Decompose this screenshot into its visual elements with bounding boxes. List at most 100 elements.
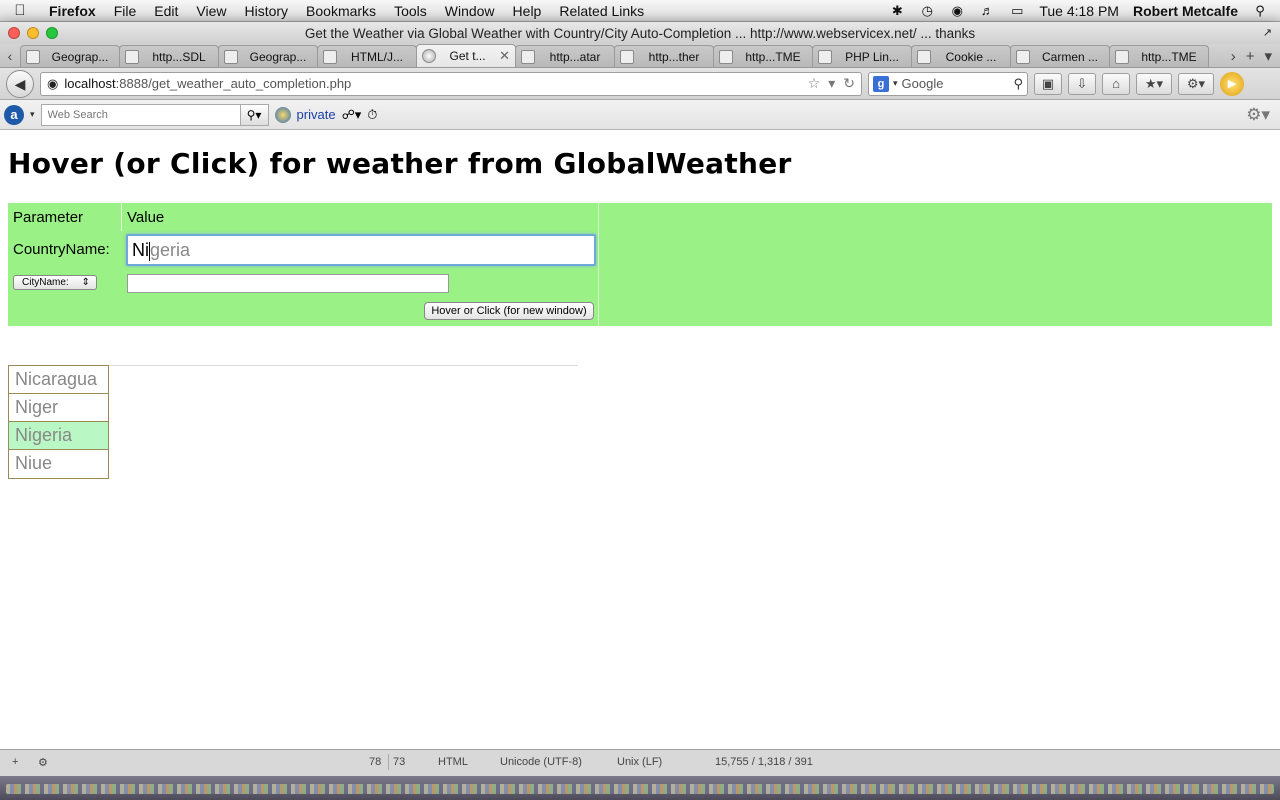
suggestion-nigeria-highlighted[interactable]: Nigeria (9, 422, 108, 450)
url-host: localhost (64, 76, 116, 91)
status-orb-icon[interactable]: ▶ (1220, 71, 1244, 96)
dock-app-icons[interactable] (6, 784, 1274, 794)
reload-icon[interactable]: ↻ (843, 75, 855, 92)
menu-help[interactable]: Help (504, 3, 551, 19)
engine-dropdown-icon[interactable]: ▾ (893, 78, 898, 89)
close-tab-icon[interactable]: ✕ (499, 48, 510, 64)
menu-related-links[interactable]: Related Links (550, 3, 653, 19)
site-identity-icon[interactable]: ◉ (47, 76, 58, 92)
bluetooth-icon[interactable]: ✱ (889, 3, 905, 18)
volume-icon[interactable]: ♬ (979, 3, 995, 18)
fullscreen-icon[interactable]: ↗ (1263, 26, 1272, 39)
tab-0[interactable]: Geograp... (20, 45, 120, 67)
tab-scroll-left-icon[interactable]: ‹ (0, 45, 20, 67)
window-controls (0, 27, 58, 39)
menu-view[interactable]: View (187, 3, 235, 19)
tab-label: http...TME (1141, 49, 1197, 64)
menu-file[interactable]: File (105, 3, 146, 19)
spotlight-search-icon[interactable]: ⚲ (1252, 3, 1268, 18)
time-machine-icon[interactable]: ◷ (919, 3, 935, 18)
tab-label: http...SDL (152, 49, 206, 64)
tab-2[interactable]: Geograp... (218, 45, 318, 67)
country-typed-text: Ni (132, 240, 149, 260)
extension-menu-icon[interactable]: ⚙▾ (1178, 72, 1214, 95)
search-bar[interactable]: g ▾ Google ⚲ (868, 71, 1028, 96)
city-name-select[interactable]: CityName: ⇕ (13, 275, 97, 290)
menu-bookmarks[interactable]: Bookmarks (297, 3, 385, 19)
editor-add-icon[interactable]: + (12, 756, 18, 768)
navigation-toolbar: ◀ ◉ localhost :8888/get_weather_auto_com… (0, 68, 1280, 100)
tab-label: Geograp... (249, 49, 307, 64)
menu-app-firefox[interactable]: Firefox (40, 3, 105, 19)
bookmark-star-icon[interactable]: ☆ (808, 75, 821, 92)
favicon-icon (1016, 49, 1030, 64)
tab-label: Cookie ... (945, 49, 997, 64)
web-search-input[interactable] (40, 103, 241, 126)
back-button[interactable]: ◀ (6, 69, 34, 98)
tab-3[interactable]: HTML/J... (317, 45, 417, 67)
google-search-engine-icon[interactable]: g (873, 75, 889, 92)
value-header: Value (127, 209, 165, 226)
editor-line-endings[interactable]: Unix (LF) (617, 756, 662, 768)
hover-or-click-button[interactable]: Hover or Click (for new window) (424, 302, 594, 320)
link-chain-icon[interactable]: ☍▾ (342, 107, 362, 123)
web-search-button-icon[interactable]: ⚲▾ (240, 103, 269, 126)
tab-8[interactable]: PHP Lin... (812, 45, 912, 67)
private-link[interactable]: private (297, 107, 336, 122)
bookmarks-menu-icon[interactable]: ★▾ (1136, 72, 1172, 95)
tab-strip: ‹ Geograp... http...SDL Geograp... HTML/… (0, 44, 1280, 68)
tab-11[interactable]: http...TME (1109, 45, 1209, 67)
tab-tools: › + ▾ (1231, 45, 1280, 67)
new-tab-icon[interactable]: + (1246, 48, 1255, 65)
tab-9[interactable]: Cookie ... (911, 45, 1011, 67)
editor-encoding[interactable]: Unicode (UTF-8) (500, 756, 582, 768)
tab-4-active[interactable]: Get t... ✕ (416, 44, 516, 67)
tab-label: HTML/J... (350, 49, 403, 64)
list-all-tabs-icon[interactable]: ▾ (1264, 47, 1272, 65)
minimize-window-button[interactable] (27, 27, 39, 39)
tab-5[interactable]: http...atar (515, 45, 615, 67)
city-select-label: CityName: (22, 277, 69, 288)
favicon-icon (26, 49, 40, 64)
tab-1[interactable]: http...SDL (119, 45, 219, 67)
editor-gear-icon[interactable]: ⚙ (38, 756, 48, 769)
tab-scroll-right-icon[interactable]: › (1231, 48, 1236, 65)
form-table-edge (598, 203, 599, 326)
menu-user-name[interactable]: Robert Metcalfe (1133, 3, 1238, 19)
suggestion-niger[interactable]: Niger (9, 394, 108, 422)
suggestion-nicaragua[interactable]: Nicaragua (9, 366, 108, 394)
battery-icon[interactable]: ▭ (1009, 3, 1025, 18)
apple-menu-icon[interactable]:  (0, 2, 40, 19)
private-browsing-icon[interactable] (274, 106, 291, 123)
addon-toolbar-button[interactable]: ▣ (1034, 72, 1062, 95)
header-column-divider (121, 203, 122, 231)
menu-history[interactable]: History (235, 3, 297, 19)
close-window-button[interactable] (8, 27, 20, 39)
addon-toolbar: a ▾ ⚲▾ private ☍▾ ⏱ ⚙▾ (0, 100, 1280, 130)
tab-6[interactable]: http...ther (614, 45, 714, 67)
home-icon[interactable]: ⌂ (1102, 72, 1130, 95)
menu-clock[interactable]: Tue 4:18 PM (1039, 3, 1119, 19)
tab-7[interactable]: http...TME (713, 45, 813, 67)
wifi-icon[interactable]: ◉ (949, 3, 965, 18)
suggestion-niue[interactable]: Niue (9, 450, 108, 478)
tab-label: Carmen ... (1041, 49, 1098, 64)
timer-icon[interactable]: ⏱ (367, 107, 377, 123)
parameter-header: Parameter (13, 209, 84, 226)
search-icon[interactable]: ⚲ (1013, 76, 1023, 92)
zoom-window-button[interactable] (46, 27, 58, 39)
downloads-icon[interactable]: ⇩ (1068, 72, 1096, 95)
ask-toolbar-logo-icon[interactable]: a (4, 104, 24, 125)
ask-dropdown-icon[interactable]: ▾ (30, 109, 35, 120)
tab-10[interactable]: Carmen ... (1010, 45, 1110, 67)
editor-syntax-mode[interactable]: HTML (438, 756, 468, 768)
editor-document-stats: 15,755 / 1,318 / 391 (715, 756, 813, 768)
url-bar[interactable]: ◉ localhost :8888/get_weather_auto_compl… (40, 71, 862, 96)
city-name-input[interactable] (127, 274, 449, 293)
menu-tools[interactable]: Tools (385, 3, 436, 19)
country-name-input[interactable]: Nigeria (126, 234, 596, 266)
settings-gear-icon[interactable]: ⚙▾ (1246, 105, 1276, 125)
menu-window[interactable]: Window (436, 3, 504, 19)
history-dropdown-icon[interactable]: ▾ (828, 75, 835, 92)
menu-edit[interactable]: Edit (145, 3, 187, 19)
